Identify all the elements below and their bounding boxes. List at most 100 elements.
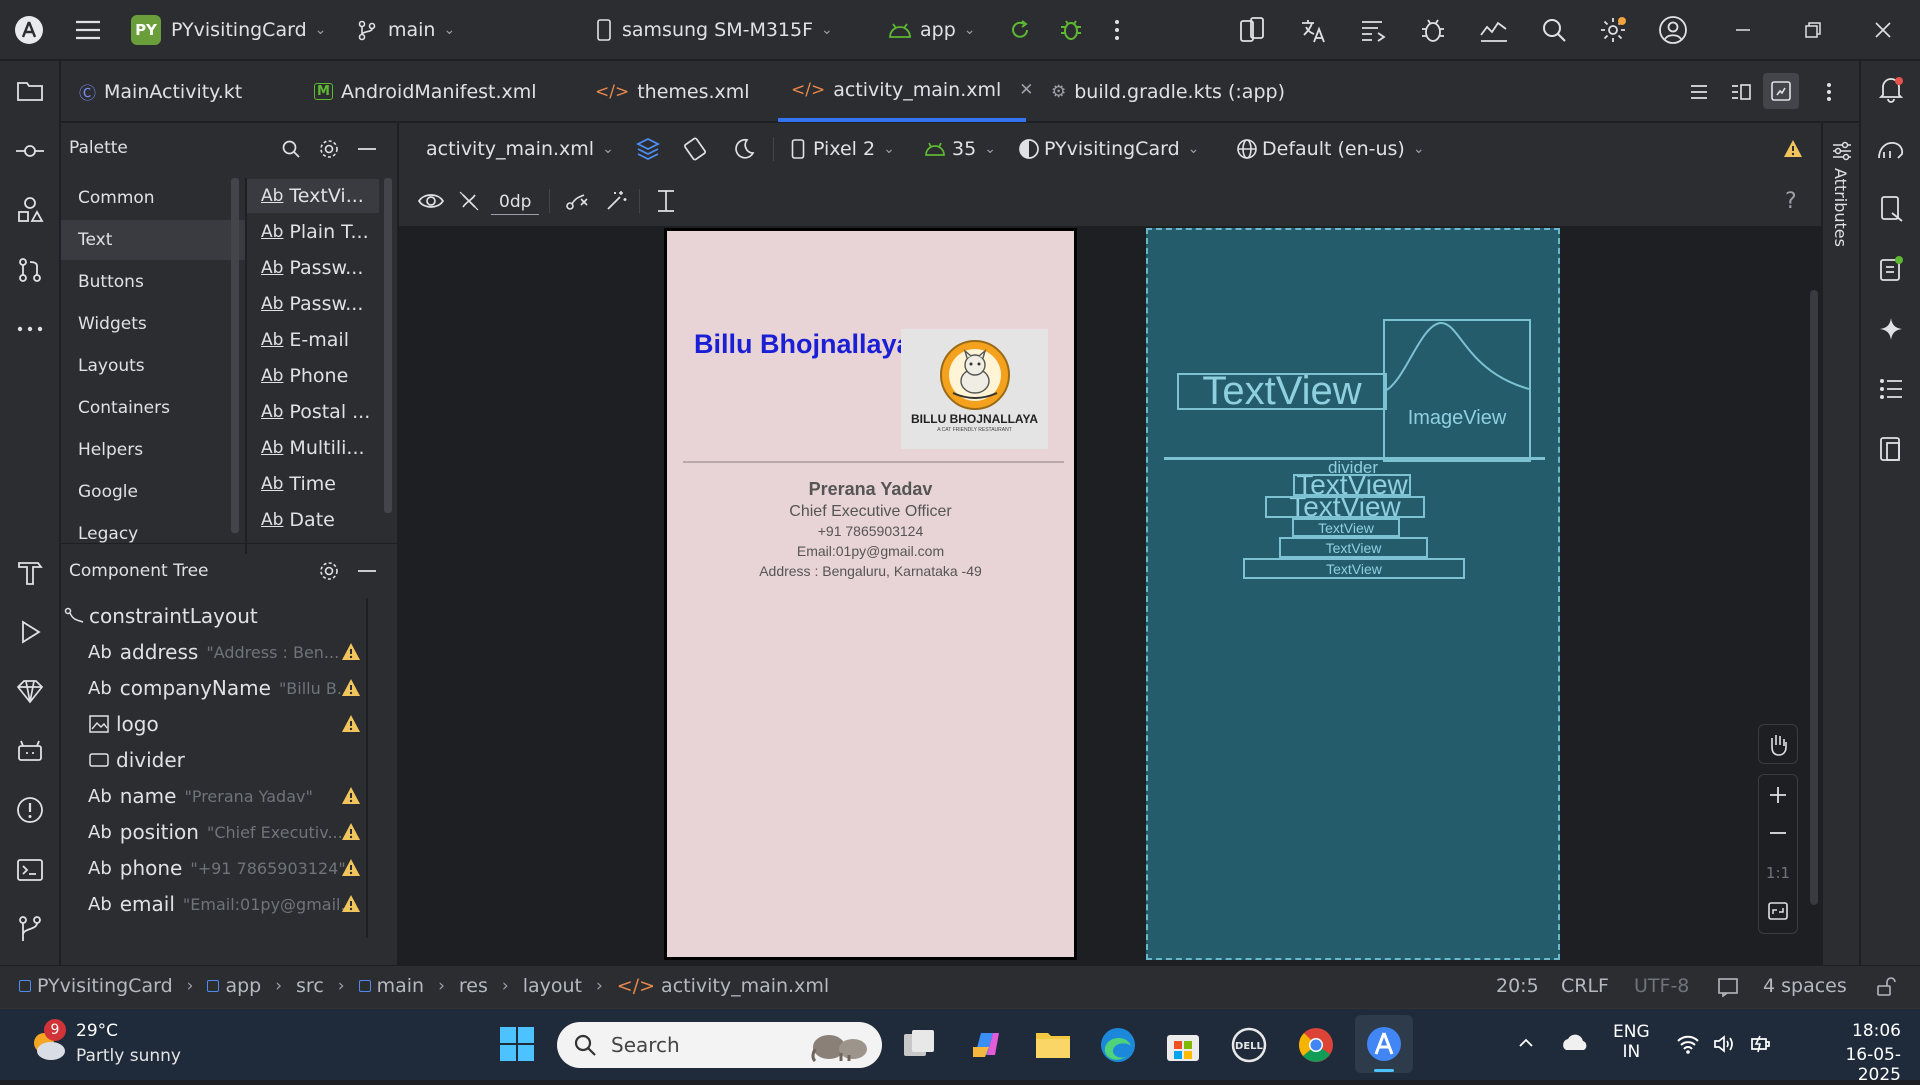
hide-panel-icon[interactable] xyxy=(354,558,380,584)
warning-icon[interactable] xyxy=(1783,133,1803,165)
warning-icon[interactable] xyxy=(341,714,361,734)
palette-item-textview[interactable]: Ab TextVi... xyxy=(261,179,364,213)
palette-category-buttons[interactable]: Buttons xyxy=(61,262,245,302)
warning-icon[interactable] xyxy=(341,678,361,698)
build-hammer-icon[interactable] xyxy=(12,554,48,590)
palette-category-containers[interactable]: Containers xyxy=(61,388,245,428)
category-scrollbar[interactable] xyxy=(231,178,239,533)
attributes-strip[interactable]: Attributes xyxy=(1822,123,1859,965)
language-indicator[interactable]: ENG IN xyxy=(1613,1022,1650,1062)
taskbar-search-box[interactable]: Search xyxy=(557,1022,882,1068)
breadcrumb-item[interactable]: res xyxy=(459,975,488,997)
breadcrumb-item[interactable]: </> activity_main.xml xyxy=(617,975,829,997)
logcat-icon[interactable] xyxy=(1358,12,1388,48)
palette-item-plain-text[interactable]: Ab Plain T... xyxy=(261,215,369,249)
translate-icon[interactable] xyxy=(1298,12,1328,48)
palette-item-password[interactable]: Ab Passw... xyxy=(261,251,363,285)
gear-icon[interactable] xyxy=(316,136,342,162)
blueprint-companyname[interactable]: TextView xyxy=(1177,373,1387,410)
tree-node-name[interactable]: Ab name "Prerana Yadav" xyxy=(88,779,313,813)
breadcrumb-item[interactable]: layout xyxy=(523,975,582,997)
palette-item-time[interactable]: Ab Time xyxy=(261,467,336,501)
device-selector[interactable]: samsung SM-M315F ⌄ xyxy=(596,12,833,48)
terminal-icon[interactable] xyxy=(12,852,48,888)
palette-category-text[interactable]: Text xyxy=(61,220,245,260)
design-preview[interactable]: Billu Bhojnallaya BILLU BHOJNALLAYA A CA… xyxy=(664,228,1077,960)
indent-setting[interactable]: 4 spaces xyxy=(1763,975,1847,997)
gem-icon[interactable] xyxy=(12,673,48,709)
file-encoding[interactable]: UTF-8 xyxy=(1634,975,1689,997)
running-devices-icon[interactable] xyxy=(1873,251,1909,287)
blueprint-address[interactable]: TextView xyxy=(1243,558,1465,579)
design-surface-icon[interactable] xyxy=(635,133,661,165)
tab-build-gradle[interactable]: ⚙ build.gradle.kts (:app) xyxy=(1051,61,1285,122)
tree-root-constraintlayout[interactable]: constraintLayout xyxy=(63,599,258,633)
line-ending[interactable]: CRLF xyxy=(1561,975,1609,997)
api-level-selector[interactable]: 35 ⌄ xyxy=(924,133,996,165)
split-view-icon[interactable] xyxy=(1727,79,1755,105)
tree-node-address[interactable]: Ab address "Address : Ben... xyxy=(88,635,339,669)
rerun-icon[interactable] xyxy=(1008,12,1032,48)
address-text[interactable]: Address : Bengaluru, Karnataka -49 xyxy=(667,563,1074,579)
search-icon[interactable] xyxy=(1540,12,1568,48)
pull-requests-icon[interactable] xyxy=(12,252,48,288)
close-tab-icon[interactable]: ✕ xyxy=(1019,80,1033,100)
palette-category-layouts[interactable]: Layouts xyxy=(61,346,245,386)
run-config-selector[interactable]: app ⌄ xyxy=(888,12,976,48)
palette-item-phone[interactable]: Ab Phone xyxy=(261,359,348,393)
clock[interactable]: 18:06 16-05-2025 xyxy=(1805,1021,1901,1085)
copilot-icon[interactable] xyxy=(967,1025,1007,1065)
device-manager-icon[interactable] xyxy=(1237,12,1267,48)
layout-file-selector[interactable]: activity_main.xml ⌄ xyxy=(426,133,614,165)
readonly-toggle-icon[interactable] xyxy=(1717,977,1739,997)
tree-node-email[interactable]: Ab email "Email:01py@gmail... xyxy=(88,887,356,921)
gemini-sparkle-icon[interactable] xyxy=(1873,311,1909,347)
locale-selector[interactable]: Default (en-us) ⌄ xyxy=(1236,133,1425,165)
tab-mainactivity[interactable]: Ⓒ MainActivity.kt xyxy=(79,61,242,122)
battery-charging-icon[interactable] xyxy=(1748,1033,1774,1055)
gradle-elephant-icon[interactable] xyxy=(1873,131,1909,167)
device-manager-icon[interactable] xyxy=(1873,191,1909,227)
palette-category-helpers[interactable]: Helpers xyxy=(61,430,245,470)
phone-text[interactable]: +91 7865903124 xyxy=(667,523,1074,539)
blueprint-logo[interactable]: ImageView xyxy=(1383,319,1531,462)
restore-icon[interactable] xyxy=(1803,12,1823,48)
commit-icon[interactable] xyxy=(12,133,48,169)
view-options-eye-icon[interactable] xyxy=(417,185,445,217)
search-icon[interactable] xyxy=(278,136,304,162)
microsoft-store-icon[interactable] xyxy=(1163,1025,1203,1065)
clear-constraints-icon[interactable] xyxy=(564,185,590,217)
guidelines-icon[interactable] xyxy=(654,185,678,217)
project-selector[interactable]: PY PYvisitingCard ⌄ xyxy=(131,12,326,48)
notifications-icon[interactable] xyxy=(1873,71,1909,107)
main-menu-icon[interactable] xyxy=(74,12,102,48)
design-canvas[interactable] xyxy=(399,228,1821,965)
tree-node-logo[interactable]: logo xyxy=(88,707,159,741)
wifi-icon[interactable] xyxy=(1676,1033,1700,1055)
palette-item-password-numeric[interactable]: Ab Passw... xyxy=(261,287,363,321)
settings-icon[interactable] xyxy=(1598,12,1628,48)
logo-image[interactable]: BILLU BHOJNALLAYA A CAT FRIENDLY RESTAUR… xyxy=(901,329,1048,449)
lock-icon[interactable] xyxy=(1875,977,1897,997)
version-control-icon[interactable] xyxy=(12,911,48,947)
warning-icon[interactable] xyxy=(341,642,361,662)
breadcrumb-item[interactable]: main xyxy=(358,975,424,997)
palette-category-legacy[interactable]: Legacy xyxy=(61,514,245,554)
tree-node-position[interactable]: Ab position "Chief Executiv... xyxy=(88,815,343,849)
account-icon[interactable] xyxy=(1658,12,1688,48)
profiler-icon[interactable] xyxy=(1478,12,1510,48)
items-scrollbar[interactable] xyxy=(384,178,392,513)
weather-icon[interactable]: 9 xyxy=(26,1019,70,1067)
breadcrumb-item[interactable]: src xyxy=(296,975,324,997)
palette-item-multiline[interactable]: Ab Multili... xyxy=(261,431,365,465)
minimize-icon[interactable] xyxy=(1733,12,1753,48)
palette-item-email[interactable]: Ab E-mail xyxy=(261,323,349,357)
more-actions-icon[interactable] xyxy=(1113,12,1121,48)
hide-panel-icon[interactable] xyxy=(354,136,380,162)
weather-condition[interactable]: Partly sunny xyxy=(76,1046,181,1066)
warning-icon[interactable] xyxy=(341,822,361,842)
layout-inspector-icon[interactable] xyxy=(1873,431,1909,467)
tree-node-divider[interactable]: divider xyxy=(88,743,185,777)
breadcrumb-item[interactable]: PYvisitingCard xyxy=(19,975,173,997)
warning-icon[interactable] xyxy=(341,858,361,878)
